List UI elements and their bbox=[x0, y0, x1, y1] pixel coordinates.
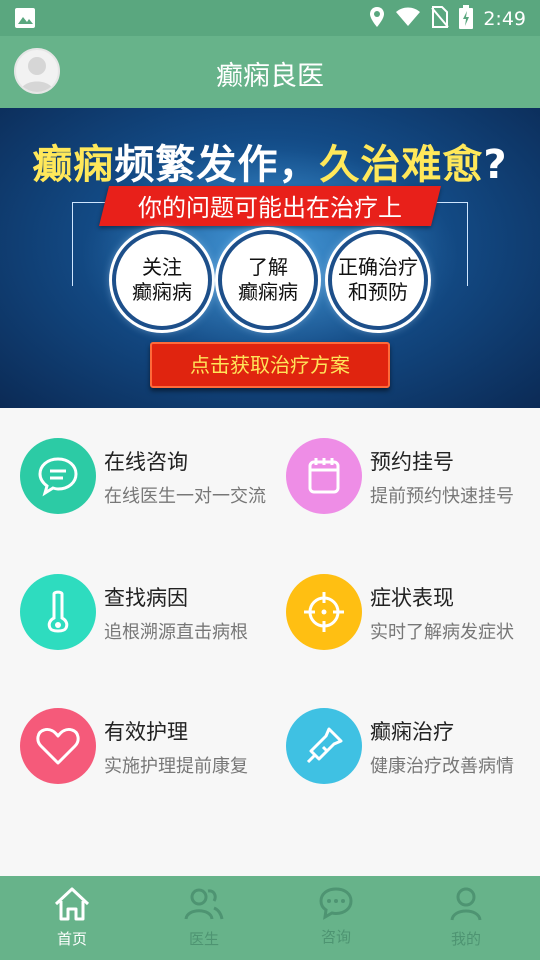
heart-icon bbox=[20, 708, 96, 784]
feature-subtitle: 实施护理提前康复 bbox=[104, 756, 248, 777]
feature-online-consult[interactable]: 在线咨询 在线医生一对一交流 bbox=[20, 438, 280, 528]
page-title: 癫痫良医 bbox=[216, 61, 324, 92]
circle-line: 正确治疗 bbox=[338, 255, 418, 279]
feature-symptoms[interactable]: 症状表现 实时了解病发症状 bbox=[286, 574, 540, 664]
nav-label: 咨询 bbox=[320, 928, 351, 946]
feature-subtitle: 健康治疗改善病情 bbox=[370, 756, 514, 777]
feature-title: 症状表现 bbox=[370, 586, 454, 610]
profile-icon bbox=[449, 887, 483, 926]
banner-circle-3: 正确治疗 和预防 bbox=[328, 230, 428, 330]
feature-care[interactable]: 有效护理 实施护理提前康复 bbox=[20, 708, 280, 798]
status-time: 2:49 bbox=[483, 8, 526, 30]
circle-line: 癫痫病 bbox=[132, 280, 192, 304]
feature-find-cause[interactable]: 查找病因 追根溯源直击病根 bbox=[20, 574, 280, 664]
status-bar: 2:49 bbox=[0, 0, 540, 36]
nav-home[interactable]: 首页 bbox=[22, 886, 122, 949]
feature-subtitle: 提前预约快速挂号 bbox=[370, 486, 514, 507]
feature-appointment[interactable]: 预约挂号 提前预约快速挂号 bbox=[286, 438, 540, 528]
circle-line: 关注 bbox=[142, 255, 182, 279]
feature-title: 癫痫治疗 bbox=[370, 720, 454, 744]
feature-title: 有效护理 bbox=[104, 720, 188, 744]
banner-subheading: 你的问题可能出在治疗上 bbox=[138, 194, 402, 222]
battery-charging-icon bbox=[459, 5, 474, 33]
feature-subtitle: 实时了解病发症状 bbox=[370, 622, 514, 643]
banner-circle-1: 关注 癫痫病 bbox=[112, 230, 212, 330]
feature-title: 在线咨询 bbox=[104, 450, 188, 474]
app-header: 癫痫良医 bbox=[0, 36, 540, 108]
nav-label: 医生 bbox=[188, 930, 219, 948]
circle-line: 了解 bbox=[248, 255, 288, 279]
location-icon bbox=[369, 6, 385, 32]
feature-title: 查找病因 bbox=[104, 586, 188, 610]
headline-highlight-2: 久治难愈 bbox=[319, 142, 484, 188]
circle-line: 癫痫病 bbox=[238, 280, 298, 304]
thermometer-icon bbox=[20, 574, 96, 650]
headline-highlight-1: 癫痫 bbox=[32, 142, 115, 188]
promo-banner[interactable]: 癫痫频繁发作，久治难愈? 你的问题可能出在治疗上 关注 癫痫病 了解 癫痫病 正确治… bbox=[0, 108, 540, 408]
chat-bubble-icon bbox=[318, 887, 354, 924]
nav-doctors[interactable]: 医生 bbox=[154, 886, 254, 949]
feature-subtitle: 追根溯源直击病根 bbox=[104, 622, 248, 643]
wifi-icon bbox=[395, 7, 421, 31]
chat-icon bbox=[20, 438, 96, 514]
home-icon bbox=[53, 887, 91, 926]
banner-headline: 癫痫频繁发作，久治难愈? bbox=[0, 132, 540, 190]
nav-consult[interactable]: 咨询 bbox=[286, 886, 386, 947]
nav-label: 我的 bbox=[450, 930, 481, 948]
nav-label: 首页 bbox=[56, 930, 87, 948]
flashlight-icon bbox=[286, 708, 362, 784]
no-sim-icon bbox=[431, 6, 450, 32]
circle-line: 和预防 bbox=[348, 280, 408, 304]
feature-treatment[interactable]: 癫痫治疗 健康治疗改善病情 bbox=[286, 708, 540, 798]
nav-profile[interactable]: 我的 bbox=[416, 886, 516, 949]
headline-question: ? bbox=[483, 142, 508, 188]
headline-text-1: 频繁发作， bbox=[114, 142, 320, 188]
feature-subtitle: 在线医生一对一交流 bbox=[104, 486, 266, 507]
banner-circle-2: 了解 癫痫病 bbox=[218, 230, 318, 330]
feature-title: 预约挂号 bbox=[370, 450, 454, 474]
calendar-icon bbox=[286, 438, 362, 514]
image-icon bbox=[14, 7, 36, 33]
get-treatment-plan-button[interactable]: 点击获取治疗方案 bbox=[150, 342, 390, 388]
doctors-icon bbox=[184, 888, 224, 926]
feature-grid: 在线咨询 在线医生一对一交流 预约挂号 提前预约快速挂号 查找病因 追根溯源直击… bbox=[0, 408, 540, 876]
crosshair-icon bbox=[286, 574, 362, 650]
bottom-nav: 首页 医生 咨询 我的 bbox=[0, 876, 540, 960]
